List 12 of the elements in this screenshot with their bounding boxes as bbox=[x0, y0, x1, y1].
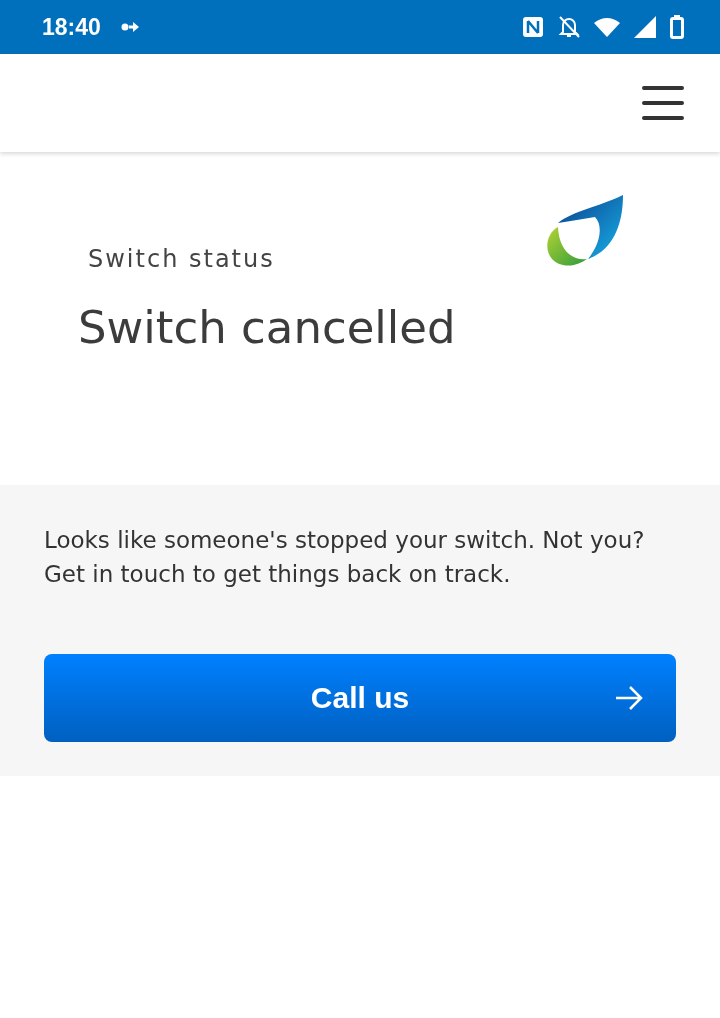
wifi-icon bbox=[594, 17, 620, 37]
status-title: Switch cancelled bbox=[78, 301, 456, 354]
signal-icon bbox=[634, 16, 656, 38]
clock: 18:40 bbox=[42, 13, 101, 41]
data-transfer-icon bbox=[120, 22, 139, 32]
nfc-icon bbox=[522, 16, 544, 38]
muted-bell-icon bbox=[558, 15, 580, 39]
menu-icon[interactable] bbox=[642, 85, 684, 121]
status-label: Switch status bbox=[88, 245, 276, 273]
battery-icon bbox=[670, 15, 684, 39]
call-us-button[interactable]: Call us bbox=[44, 654, 676, 742]
notice-message: Looks like someone's stopped your switch. Not you? Get in touch to get things back on track. bbox=[44, 526, 646, 589]
